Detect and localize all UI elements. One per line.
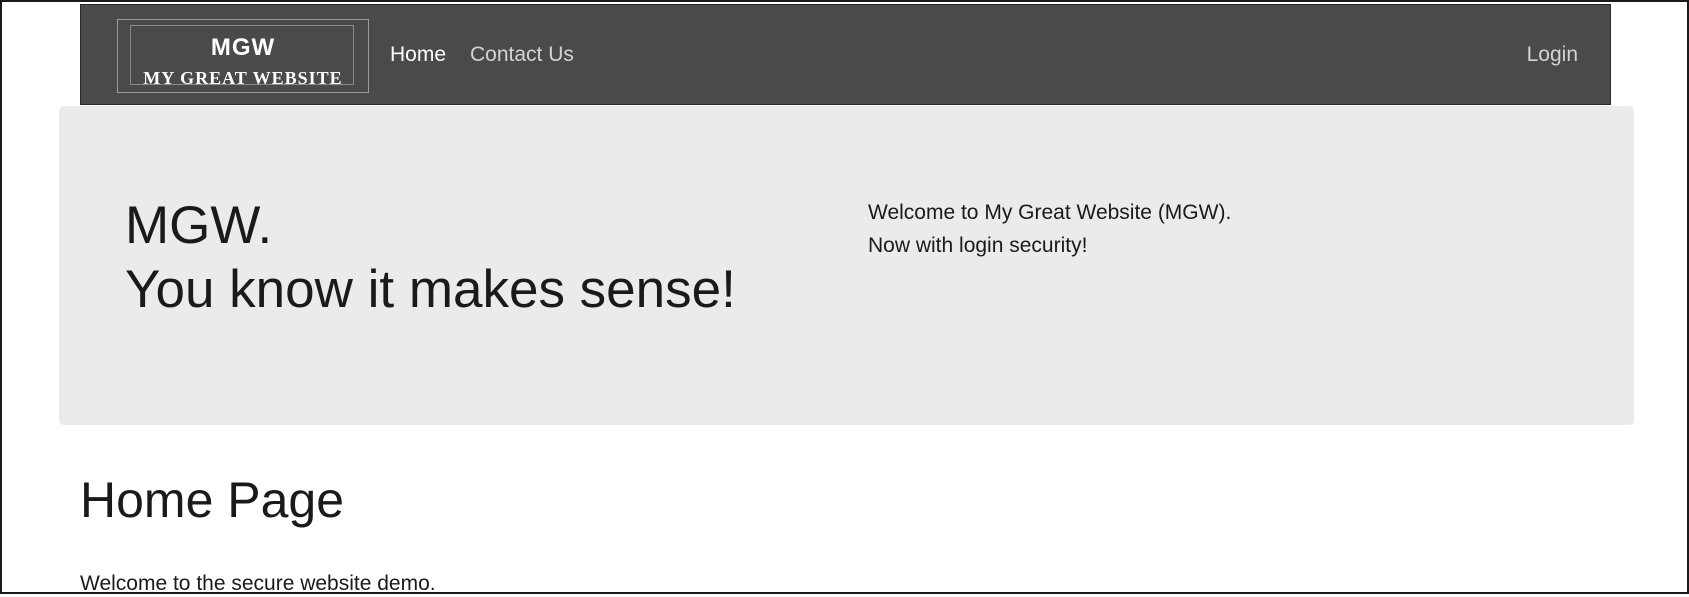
hero-title-line-2: You know it makes sense! (125, 260, 736, 319)
hero-description: Welcome to My Great Website (MGW). Now w… (868, 196, 1231, 262)
nav-link-login[interactable]: Login (1527, 43, 1578, 67)
browser-frame: MGW MY GREAT WEBSITE Home Contact Us Log… (0, 0, 1689, 595)
hero-title-line-1: MGW. (125, 196, 273, 255)
page-title: Home Page (80, 472, 345, 528)
hero-description-line-1: Welcome to My Great Website (MGW). (868, 201, 1232, 224)
brand-logo-fullname: MY GREAT WEBSITE (143, 68, 343, 88)
hero-jumbotron: MGW. You know it makes sense! Welcome to… (59, 106, 1634, 425)
hero-title: MGW. You know it makes sense! (125, 194, 736, 322)
page-intro-text: Welcome to the secure website demo. (80, 572, 436, 595)
brand-logo-abbreviation: MGW (210, 34, 276, 61)
brand-logo[interactable]: MGW MY GREAT WEBSITE (117, 19, 369, 93)
hero-description-line-2: Now with login security! (868, 234, 1088, 257)
nav-link-home[interactable]: Home (390, 43, 446, 67)
nav-link-contact-us[interactable]: Contact Us (470, 43, 574, 67)
navbar: MGW MY GREAT WEBSITE Home Contact Us Log… (80, 4, 1611, 105)
